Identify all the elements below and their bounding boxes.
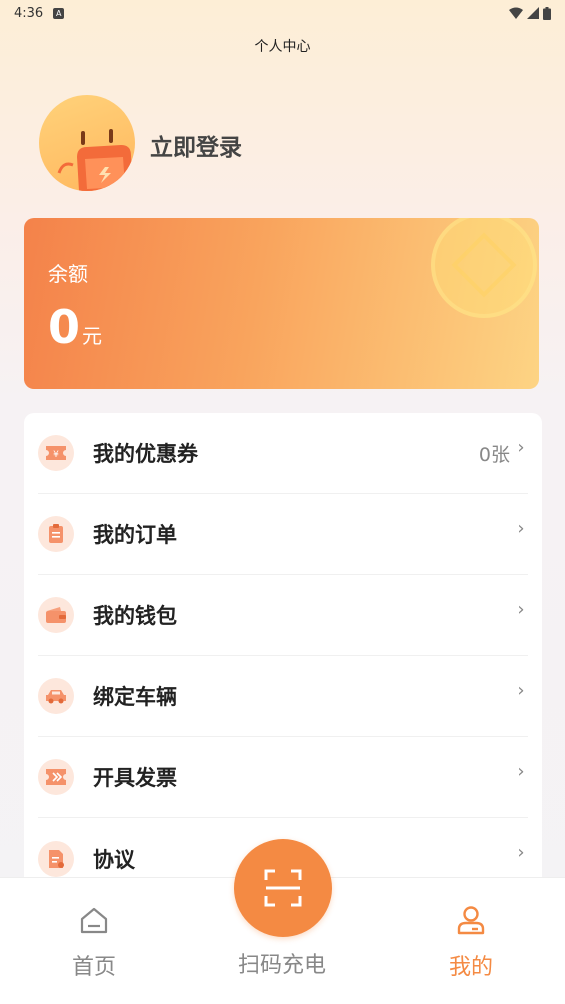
balance-card[interactable]: 余额 0 元 bbox=[24, 218, 539, 389]
scan-charge-button[interactable] bbox=[234, 839, 332, 937]
car-icon bbox=[38, 678, 74, 714]
coupon-icon: ¥ bbox=[38, 435, 74, 471]
coin-decoration-icon bbox=[431, 218, 537, 318]
menu-label: 我的订单 bbox=[93, 523, 177, 547]
tab-home[interactable]: 首页 bbox=[24, 878, 164, 1004]
balance-unit: 元 bbox=[82, 324, 103, 348]
menu-item-invoice[interactable]: 开具发票 › bbox=[38, 737, 528, 818]
chevron-right-icon: › bbox=[517, 598, 525, 620]
signal-icon bbox=[527, 7, 539, 19]
menu-label: 开具发票 bbox=[93, 766, 177, 790]
user-icon bbox=[457, 906, 485, 935]
login-link[interactable]: 立即登录 bbox=[150, 128, 242, 162]
menu-item-bind-vehicle[interactable]: 绑定车辆 › bbox=[38, 656, 528, 737]
agreement-icon bbox=[38, 840, 74, 877]
avatar[interactable] bbox=[39, 95, 135, 191]
menu-label: 我的优惠券 bbox=[93, 442, 198, 466]
svg-text:¥: ¥ bbox=[53, 450, 59, 460]
invoice-icon bbox=[38, 759, 74, 795]
chevron-right-icon: › bbox=[517, 436, 525, 458]
tab-home-label: 首页 bbox=[71, 955, 116, 980]
home-icon bbox=[80, 907, 108, 934]
menu-item-orders[interactable]: 我的订单 › bbox=[38, 494, 528, 575]
tab-me-label: 我的 bbox=[448, 955, 493, 980]
coupon-count: 0张 bbox=[478, 443, 510, 466]
order-icon bbox=[38, 516, 74, 552]
tab-me[interactable]: 我的 bbox=[401, 878, 541, 1004]
chevron-right-icon: › bbox=[517, 517, 525, 539]
scan-charge-label: 扫码充电 bbox=[237, 953, 326, 978]
balance-value: 0 bbox=[48, 300, 81, 354]
chevron-right-icon: › bbox=[517, 679, 525, 701]
notification-icon: A bbox=[53, 7, 65, 19]
status-bar: 4:36 A bbox=[0, 0, 565, 26]
menu-item-wallet[interactable]: 我的钱包 › bbox=[38, 575, 528, 656]
menu-label: 我的钱包 bbox=[93, 604, 177, 628]
page-title: 个人中心 bbox=[254, 39, 311, 55]
balance-amount: 0 元 bbox=[48, 300, 102, 354]
status-time: 4:36 bbox=[14, 5, 44, 21]
chevron-right-icon: › bbox=[517, 842, 525, 863]
scan-icon bbox=[264, 869, 302, 907]
menu-item-coupons[interactable]: ¥ 我的优惠券 0张 › bbox=[38, 413, 528, 494]
wallet-icon bbox=[38, 597, 74, 633]
balance-label: 余额 bbox=[48, 262, 88, 286]
plug-mascot-icon bbox=[57, 129, 133, 191]
wifi-icon bbox=[509, 7, 523, 19]
chevron-right-icon: › bbox=[517, 760, 525, 782]
menu-label: 绑定车辆 bbox=[93, 685, 177, 709]
battery-icon bbox=[543, 6, 551, 20]
